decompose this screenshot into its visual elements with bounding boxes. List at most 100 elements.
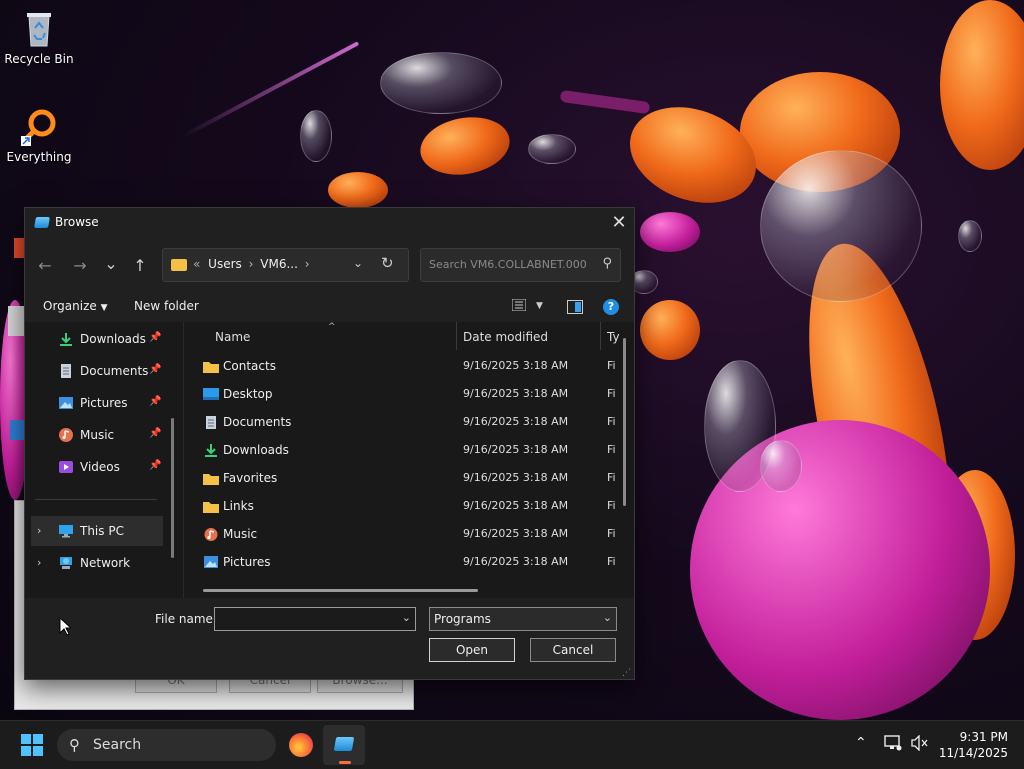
- file-row-contacts[interactable]: Contacts 9/16/2025 3:18 AM Fi: [185, 353, 625, 381]
- clock-date: 11/14/2025: [938, 746, 1008, 760]
- nav-item-downloads[interactable]: Downloads 📌: [25, 324, 183, 354]
- nav-item-network[interactable]: › Network: [25, 548, 183, 578]
- pictures-icon: [204, 556, 218, 568]
- taskbar-clock[interactable]: 9:31 PM 11/14/2025: [938, 729, 1008, 761]
- file-name-label: File name:: [155, 612, 217, 626]
- taskbar-search-box[interactable]: ⚲ Search: [57, 729, 276, 761]
- nav-item-this-pc[interactable]: › This PC: [31, 516, 163, 546]
- title-bar[interactable]: Browse ✕: [25, 208, 634, 238]
- file-list-vertical-scrollbar[interactable]: [623, 338, 626, 506]
- browse-dialog: Browse ✕ ← → ⌄ ↑ « Users › VM6... › ⌄ ↻ …: [24, 207, 635, 680]
- column-header-name[interactable]: Name: [215, 330, 250, 344]
- file-list-horizontal-scrollbar[interactable]: [203, 589, 478, 592]
- forward-arrow-icon[interactable]: →: [69, 256, 91, 275]
- desktop-icon-recycle-bin[interactable]: Recycle Bin: [1, 8, 77, 66]
- new-folder-button[interactable]: New folder: [134, 299, 199, 313]
- up-arrow-icon[interactable]: ↑: [129, 256, 151, 275]
- expand-chevron-icon[interactable]: ›: [37, 556, 41, 569]
- app-icon: [333, 737, 355, 751]
- file-row-favorites[interactable]: Favorites 9/16/2025 3:18 AM Fi: [185, 465, 625, 493]
- navigation-pane: Downloads 📌 Documents 📌 Pictures 📌 Music…: [25, 322, 183, 598]
- file-row-documents[interactable]: Documents 9/16/2025 3:18 AM Fi: [185, 409, 625, 437]
- file-name: Links: [223, 499, 254, 513]
- file-row-links[interactable]: Links 9/16/2025 3:18 AM Fi: [185, 493, 625, 521]
- volume-muted-tray-icon[interactable]: [911, 734, 929, 755]
- folder-icon: [203, 474, 219, 485]
- close-icon[interactable]: ✕: [604, 208, 634, 238]
- taskbar-search-label: Search: [93, 737, 142, 753]
- firefox-icon[interactable]: [289, 733, 313, 757]
- help-icon[interactable]: ?: [603, 299, 619, 315]
- network-tray-icon[interactable]: [884, 735, 902, 755]
- file-date: 9/16/2025 3:18 AM: [463, 499, 569, 512]
- file-type-select[interactable]: Programs ⌄: [429, 607, 617, 631]
- nav-item-label: Music: [80, 428, 115, 442]
- file-name: Favorites: [223, 471, 278, 485]
- nav-item-pictures[interactable]: Pictures 📌: [25, 388, 183, 418]
- refresh-icon[interactable]: ↻: [381, 254, 394, 272]
- file-name: Music: [223, 527, 258, 541]
- resize-grip-icon[interactable]: ⋰: [622, 668, 631, 678]
- taskbar-app-active[interactable]: [323, 725, 365, 765]
- nav-divider: [35, 499, 157, 500]
- search-box[interactable]: Search VM6.COLLABNET.000 ⚲: [420, 248, 621, 282]
- file-type: Fi: [607, 415, 616, 428]
- pane-divider[interactable]: [183, 322, 184, 598]
- breadcrumb-separator[interactable]: ›: [305, 257, 310, 271]
- nav-pane-scrollbar[interactable]: [171, 418, 174, 558]
- downloads-icon: [205, 444, 217, 457]
- show-hidden-icons-chevron-icon[interactable]: ⌃: [855, 735, 867, 751]
- file-name-input[interactable]: ⌄: [214, 607, 416, 631]
- address-bar[interactable]: « Users › VM6... › ⌄ ↻: [162, 248, 409, 282]
- file-row-music[interactable]: Music 9/16/2025 3:18 AM Fi: [185, 521, 625, 549]
- nav-item-music[interactable]: Music 📌: [25, 420, 183, 450]
- file-row-downloads[interactable]: Downloads 9/16/2025 3:18 AM Fi: [185, 437, 625, 465]
- file-type: Fi: [607, 527, 616, 540]
- nav-item-videos[interactable]: Videos 📌: [25, 452, 183, 482]
- pin-icon[interactable]: 📌: [149, 460, 161, 471]
- expand-chevron-icon[interactable]: ›: [37, 524, 41, 537]
- dialog-title: Browse: [55, 215, 99, 229]
- nav-item-documents[interactable]: Documents 📌: [25, 356, 183, 386]
- column-header-type[interactable]: Ty: [607, 330, 620, 344]
- column-separator[interactable]: [456, 322, 457, 350]
- open-button[interactable]: Open: [429, 638, 515, 662]
- pin-icon[interactable]: 📌: [149, 396, 161, 407]
- music-icon: [204, 528, 218, 541]
- pin-icon[interactable]: 📌: [149, 332, 161, 343]
- address-dropdown-icon[interactable]: ⌄: [353, 256, 363, 270]
- recent-locations-chevron-icon[interactable]: ⌄: [100, 254, 122, 273]
- network-icon: [60, 557, 72, 569]
- file-date: 9/16/2025 3:18 AM: [463, 415, 569, 428]
- file-date: 9/16/2025 3:18 AM: [463, 443, 569, 456]
- back-arrow-icon[interactable]: ←: [34, 256, 56, 275]
- folder-icon: [203, 502, 219, 513]
- desktop-icon-everything[interactable]: Everything: [1, 106, 77, 164]
- hidden-desktop-icon: [14, 238, 24, 258]
- nav-item-label: This PC: [80, 524, 124, 538]
- folder-icon: [203, 362, 219, 373]
- pin-icon[interactable]: 📌: [149, 364, 161, 375]
- view-dropdown-icon[interactable]: ▼: [536, 301, 543, 311]
- column-header-date-modified[interactable]: Date modified: [463, 330, 548, 344]
- cancel-button[interactable]: Cancel: [530, 638, 616, 662]
- breadcrumb-overflow[interactable]: «: [193, 257, 200, 271]
- file-name-dropdown-icon[interactable]: ⌄: [402, 611, 411, 624]
- breadcrumb: « Users › VM6... ›: [193, 257, 313, 271]
- preview-pane-icon[interactable]: [567, 300, 583, 314]
- file-row-desktop[interactable]: Desktop 9/16/2025 3:18 AM Fi: [185, 381, 625, 409]
- pin-icon[interactable]: 📌: [149, 428, 161, 439]
- breadcrumb-vm6[interactable]: VM6...: [260, 257, 298, 271]
- documents-icon: [61, 364, 71, 378]
- view-options-icon[interactable]: [511, 298, 527, 312]
- hidden-desktop-icon: [10, 420, 24, 440]
- app-icon: [34, 217, 50, 228]
- file-row-pictures[interactable]: Pictures 9/16/2025 3:18 AM Fi: [185, 549, 625, 577]
- windows-start-icon[interactable]: [21, 734, 43, 756]
- column-separator[interactable]: [600, 322, 601, 350]
- organize-button[interactable]: Organize ▼: [43, 299, 108, 313]
- search-placeholder: Search VM6.COLLABNET.000: [429, 258, 587, 271]
- breadcrumb-users[interactable]: Users: [208, 257, 242, 271]
- search-icon[interactable]: ⚲: [602, 256, 612, 271]
- file-type-dropdown-icon[interactable]: ⌄: [603, 611, 612, 624]
